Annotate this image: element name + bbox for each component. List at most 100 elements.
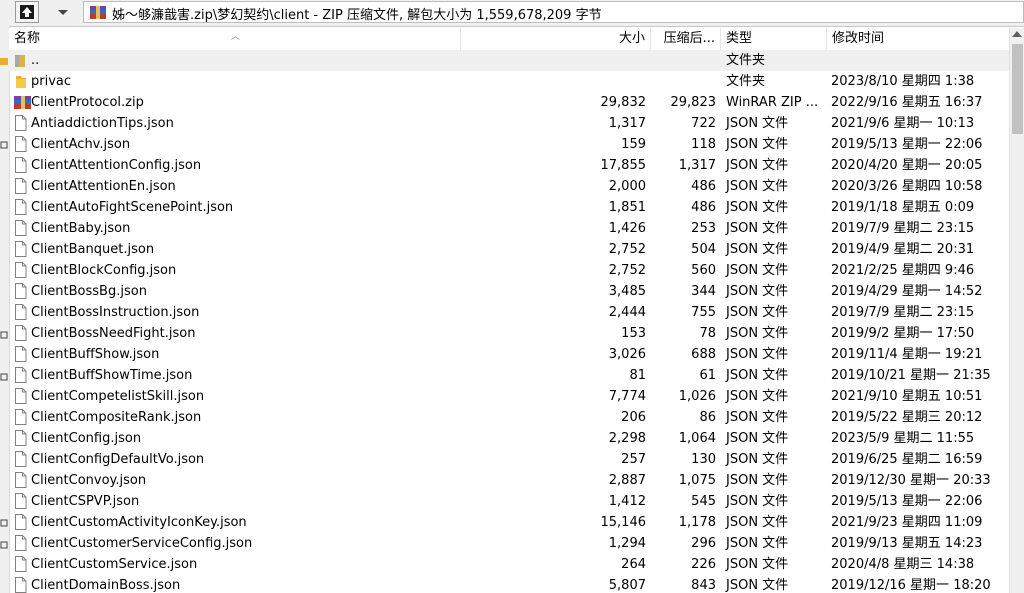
file-packed-cell: 504 (691, 242, 716, 257)
table-row[interactable]: ClientConfig.json 2,298 1,064 JSON 文件 2023/5… (9, 428, 1009, 449)
file-packed-cell: 1,064 (678, 431, 716, 446)
file-name-cell: ClientBuffShowTime.json (9, 365, 461, 386)
up-one-level-button[interactable] (15, 1, 39, 23)
file-packed-cell: 843 (691, 578, 716, 593)
scrollbar-thumb[interactable] (1012, 44, 1023, 134)
file-name-label: AntiaddictionTips.json (31, 116, 174, 131)
file-packed-cell: 1,317 (678, 158, 716, 173)
table-row[interactable]: ClientConvoy.json 2,887 1,075 JSON 文件 2019/1… (9, 470, 1009, 491)
file-name-label: ClientBuffShow.json (31, 347, 160, 362)
file-name-label: ClientBossBg.json (31, 284, 147, 299)
file-type-cell: JSON 文件 (726, 578, 789, 593)
table-row[interactable]: ClientBossInstruction.json 2,444 755 JSON 文… (9, 302, 1009, 323)
file-type-cell: JSON 文件 (726, 263, 789, 278)
file-modified-cell: 2019/4/9 星期二 20:31 (831, 242, 975, 257)
file-modified-cell: 2019/9/13 星期五 14:23 (831, 536, 983, 551)
scroll-up-arrow-icon[interactable] (1012, 31, 1022, 37)
file-modified-cell: 2019/1/18 星期五 0:09 (831, 200, 975, 215)
table-row[interactable]: ClientAchv.json 159 118 JSON 文件 2019/5/13 星期… (9, 134, 1009, 155)
table-row[interactable]: ClientCustomerServiceConfig.json 1,294 296… (9, 533, 1009, 554)
file-packed-cell: 130 (691, 452, 716, 467)
file-size-cell: 257 (621, 452, 646, 467)
file-modified-cell: 2023/5/9 星期二 11:55 (831, 431, 975, 446)
archive-path-field[interactable]: 姊〜够濂戠害.zip\梦幻契约\client - ZIP 压缩文件, 解包大小为… (83, 1, 1024, 23)
table-row[interactable]: ClientAttentionEn.json 2,000 486 JSON 文件 202… (9, 176, 1009, 197)
file-type-cell: JSON 文件 (726, 389, 789, 404)
file-type-cell: JSON 文件 (726, 557, 789, 572)
table-row[interactable]: ClientBossNeedFight.json 153 78 JSON 文件 2019… (9, 323, 1009, 344)
file-packed-cell: 296 (691, 536, 716, 551)
file-size-cell: 1,317 (608, 116, 646, 131)
file-size-cell: 2,000 (608, 179, 646, 194)
file-packed-cell: 1,026 (678, 389, 716, 404)
table-row[interactable]: ClientBanquet.json 2,752 504 JSON 文件 2019/4/… (9, 239, 1009, 260)
file-modified-cell: 2020/4/8 星期三 14:38 (831, 557, 975, 572)
path-history-dropdown[interactable] (57, 5, 69, 19)
file-modified-cell: 2021/9/10 星期五 10:51 (831, 389, 983, 404)
column-header-packed[interactable]: 压缩后... (651, 28, 721, 50)
file-list[interactable]: 名称 ︿ 大小 压缩后... 类型 修改时间 .. 文件夹 privac 文件夹 2023… (9, 28, 1009, 593)
file-name-cell: AntiaddictionTips.json (9, 113, 461, 134)
file-size-cell: 17,855 (600, 158, 647, 173)
file-packed-cell: 226 (691, 557, 716, 572)
table-row[interactable]: ClientBuffShow.json 3,026 688 JSON 文件 2019/1… (9, 344, 1009, 365)
table-row[interactable]: ClientProtocol.zip 29,832 29,823 WinRAR ZIP… (9, 92, 1009, 113)
table-row[interactable]: ClientAttentionConfig.json 17,855 1,317 JSO… (9, 155, 1009, 176)
file-size-cell: 1,851 (608, 200, 646, 215)
file-name-label: ClientProtocol.zip (31, 95, 144, 110)
table-row[interactable]: ClientConfigDefaultVo.json 257 130 JSON 文件 2… (9, 449, 1009, 470)
file-size-cell: 1,412 (608, 494, 646, 509)
table-row[interactable]: AntiaddictionTips.json 1,317 722 JSON 文件 202… (9, 113, 1009, 134)
file-size-cell: 3,026 (608, 347, 646, 362)
file-type-cell: JSON 文件 (726, 221, 789, 236)
file-packed-cell: 545 (691, 494, 716, 509)
table-row[interactable]: ClientAutoFightScenePoint.json 1,851 486 JS… (9, 197, 1009, 218)
file-type-cell: JSON 文件 (726, 284, 789, 299)
table-row[interactable]: ClientBossBg.json 3,485 344 JSON 文件 2019/4/2… (9, 281, 1009, 302)
column-header-name[interactable]: 名称 ︿ (9, 28, 461, 50)
file-packed-cell: 486 (691, 179, 716, 194)
file-name-label: ClientCustomService.json (31, 557, 198, 572)
file-name-cell: ClientConvoy.json (9, 470, 461, 491)
file-modified-cell: 2019/10/21 星期一 21:35 (831, 368, 991, 383)
file-size-cell: 15,146 (600, 515, 647, 530)
file-type-cell: JSON 文件 (726, 137, 789, 152)
table-row[interactable]: ClientCustomActivityIconKey.json 15,146 1,… (9, 512, 1009, 533)
file-name-label: ClientConfigDefaultVo.json (31, 452, 205, 467)
table-row[interactable]: ClientCompetelistSkill.json 7,774 1,026 JSO… (9, 386, 1009, 407)
column-header-type[interactable]: 类型 (721, 28, 827, 50)
strip-glyph (0, 140, 8, 150)
table-row[interactable]: ClientDomainBoss.json 5,807 843 JSON 文件 2019… (9, 575, 1009, 593)
file-name-cell: ClientDomainBoss.json (9, 575, 461, 593)
table-row[interactable]: .. 文件夹 (9, 50, 1009, 71)
table-row[interactable]: privac 文件夹 2023/8/10 星期四 1:38 (9, 71, 1009, 92)
file-size-cell: 1,294 (608, 536, 646, 551)
table-row[interactable]: ClientBuffShowTime.json 81 61 JSON 文件 2019/1… (9, 365, 1009, 386)
file-type-cell: JSON 文件 (726, 515, 789, 530)
file-name-cell: ClientProtocol.zip (9, 92, 461, 113)
column-header-modified[interactable]: 修改时间 (827, 28, 1009, 50)
table-row[interactable]: ClientBaby.json 1,426 253 JSON 文件 2019/7/9 星… (9, 218, 1009, 239)
column-header-size[interactable]: 大小 (461, 28, 651, 50)
file-name-label: ClientBaby.json (31, 221, 131, 236)
file-size-cell (461, 50, 651, 71)
file-size-cell (461, 71, 651, 92)
file-packed-cell: 253 (691, 221, 716, 236)
table-row[interactable]: ClientCompositeRank.json 206 86 JSON 文件 2019… (9, 407, 1009, 428)
file-modified-cell: 2019/4/29 星期一 14:52 (831, 284, 983, 299)
file-type-cell: WinRAR ZIP ... (726, 95, 819, 110)
file-size-cell: 2,298 (608, 431, 646, 446)
table-row[interactable]: ClientCSPVP.json 1,412 545 JSON 文件 2019/5/13… (9, 491, 1009, 512)
file-modified-cell: 2019/5/22 星期三 20:12 (831, 410, 983, 425)
file-modified-cell: 2019/12/16 星期一 18:20 (831, 578, 991, 593)
vertical-scrollbar[interactable] (1009, 28, 1024, 593)
file-name-label: ClientCSPVP.json (31, 494, 140, 509)
file-name-cell: ClientBanquet.json (9, 239, 461, 260)
file-name-cell: .. (9, 50, 461, 71)
file-packed-cell: 688 (691, 347, 716, 362)
table-row[interactable]: ClientBlockConfig.json 2,752 560 JSON 文件 202… (9, 260, 1009, 281)
file-size-cell: 206 (621, 410, 646, 425)
table-row[interactable]: ClientCustomService.json 264 226 JSON 文件 202… (9, 554, 1009, 575)
file-packed-cell: 118 (691, 137, 716, 152)
file-packed-cell: 29,823 (670, 95, 717, 110)
